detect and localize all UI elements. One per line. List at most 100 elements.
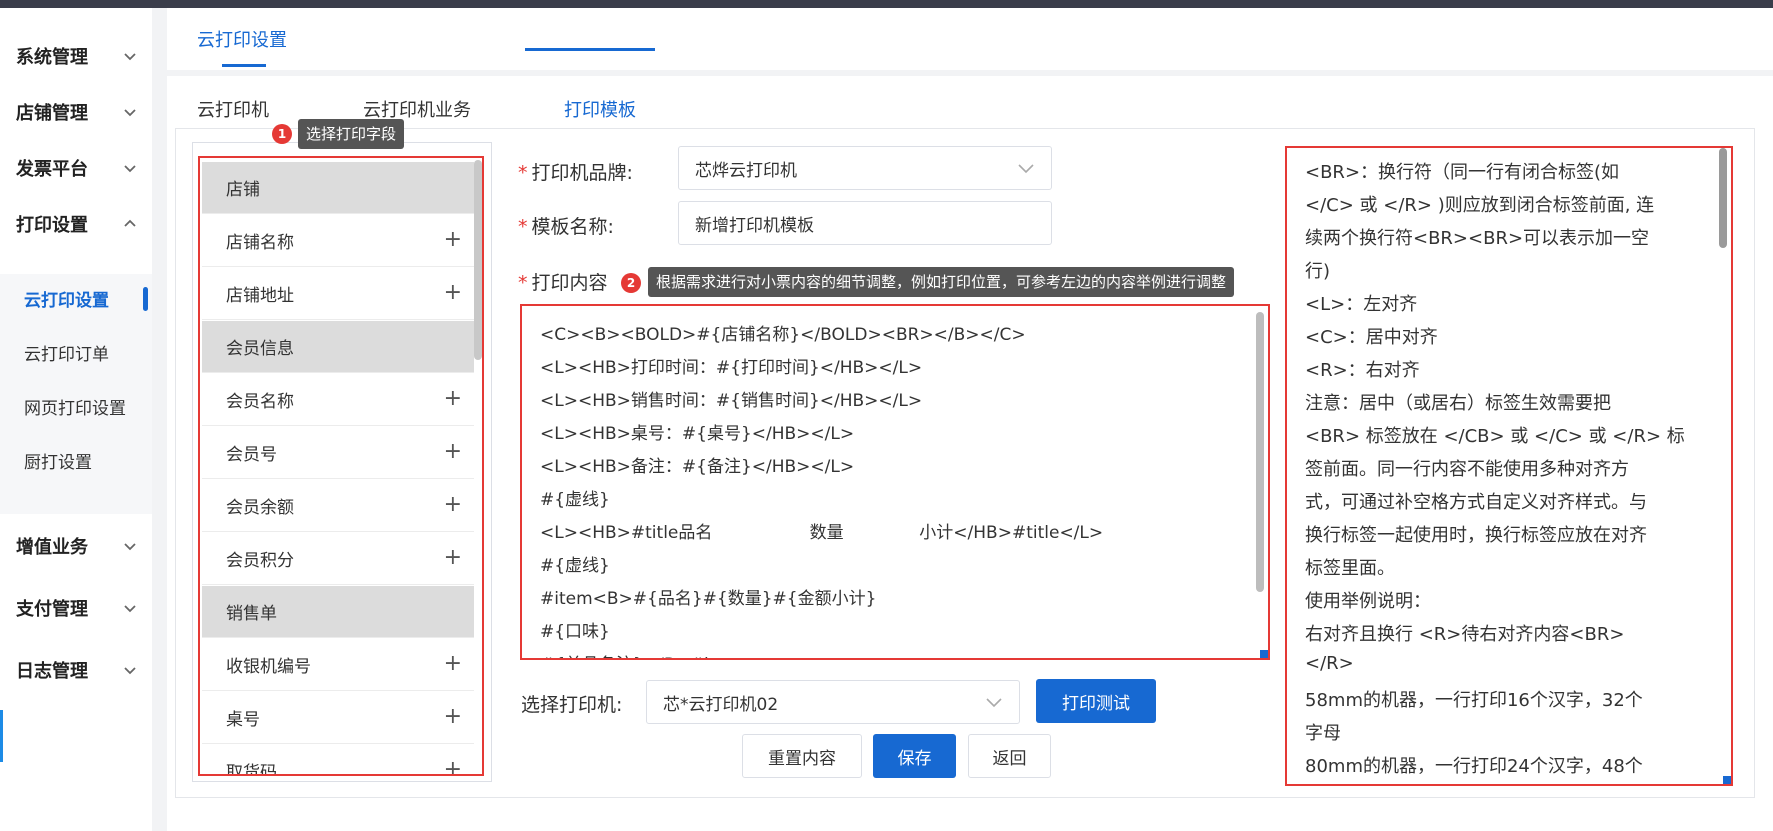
add-field-icon[interactable]: + xyxy=(444,280,462,305)
sidebar-group-label: 增值业务 xyxy=(16,537,88,558)
sidebar-group-invoice[interactable]: 发票平台 xyxy=(0,148,152,188)
editor-scrollbar[interactable] xyxy=(1256,312,1264,592)
print-content-label: * 打印内容 xyxy=(518,268,608,295)
template-name-value: 新增打印机模板 xyxy=(695,215,814,236)
tab-print-template[interactable]: 打印模板 xyxy=(564,96,636,122)
editor-line: #item<B>#{品名}#{数量}#{金额小计} xyxy=(540,589,877,609)
sidebar: 系统管理 店铺管理 发票平台 打印设置 云打印设置 云打印订单 网页打印设置 厨… xyxy=(0,8,152,831)
help-line: 签前面。同一行内容不能使用多种对齐方 xyxy=(1305,459,1629,480)
active-indicator xyxy=(143,287,148,311)
sidebar-item-cloud-print-settings[interactable]: 云打印设置 xyxy=(0,274,152,322)
editor-line: <C><B><BOLD>#{店铺名称}</BOLD><BR></B></C> xyxy=(540,325,1026,345)
field-label: 店铺名称 xyxy=(226,233,294,253)
field-group-label: 店铺 xyxy=(226,180,260,200)
left-edge-accent xyxy=(0,710,3,762)
help-line: 式，可通过补空格方式自定义对齐样式。与 xyxy=(1305,492,1647,513)
add-field-icon[interactable]: + xyxy=(444,227,462,252)
field-list-scrollbar[interactable] xyxy=(474,160,482,360)
tab-cloud-printer[interactable]: 云打印机 xyxy=(197,96,269,122)
add-field-icon[interactable]: + xyxy=(444,704,462,729)
field-item[interactable]: 店铺地址 + xyxy=(202,268,474,320)
add-field-icon[interactable]: + xyxy=(444,439,462,464)
add-field-icon[interactable]: + xyxy=(444,545,462,570)
printer-brand-value: 芯烨云打印机 xyxy=(695,160,797,181)
field-group-header: 销售单 xyxy=(202,586,474,638)
field-item[interactable]: 会员余额 + xyxy=(202,480,474,532)
add-field-icon[interactable]: + xyxy=(444,492,462,517)
editor-line: #{单品备注}</B>#item xyxy=(540,650,742,658)
reset-content-button[interactable]: 重置内容 xyxy=(742,734,862,778)
chevron-down-icon xyxy=(124,165,136,173)
chevron-down-icon xyxy=(124,605,136,613)
field-item[interactable]: 桌号 + xyxy=(202,692,474,744)
editor-line: #{虚线} xyxy=(540,556,610,576)
sidebar-group-print[interactable]: 打印设置 xyxy=(0,204,152,244)
field-group-header: 店铺 xyxy=(202,162,474,214)
sidebar-item-label: 网页打印设置 xyxy=(24,398,126,419)
required-mark: * xyxy=(518,216,528,238)
add-field-icon[interactable]: + xyxy=(444,386,462,411)
printer-select[interactable]: 芯*云打印机02 xyxy=(646,680,1020,724)
field-item[interactable]: 收银机编号 + xyxy=(202,639,474,691)
sidebar-group-label: 支付管理 xyxy=(16,599,88,620)
syntax-help-panel: <BR>：换行符（同一行有闭合标签(如 </C> 或 </R> )则应放到闭合标… xyxy=(1285,146,1733,786)
subtab-underline xyxy=(525,48,655,51)
resize-handle-icon[interactable] xyxy=(1723,776,1731,784)
help-line: <R>：右对齐 xyxy=(1305,360,1420,381)
sidebar-group-log[interactable]: 日志管理 xyxy=(0,650,152,690)
editor-line: <L><HB>销售时间：#{销售时间}</HB></L> xyxy=(540,391,923,411)
field-group-header: 会员信息 xyxy=(202,321,474,373)
field-item[interactable]: 会员积分 + xyxy=(202,533,474,585)
help-line: 标签里面。 xyxy=(1305,558,1395,579)
sidebar-item-kitchen-print[interactable]: 厨打设置 xyxy=(0,436,152,484)
help-line: <BR> 标签放在 </CB> 或 </C> 或 </R> 标 xyxy=(1305,426,1685,447)
field-item[interactable]: 店铺名称 + xyxy=(202,215,474,267)
help-line: 58mm的机器，一行打印16个汉字，32个 xyxy=(1305,690,1643,711)
select-printer-label: 选择打印机: xyxy=(521,694,623,716)
editor-line: <L><HB>桌号：#{桌号}</HB></L> xyxy=(540,424,855,444)
chevron-down-icon xyxy=(124,667,136,675)
template-name-input[interactable]: 新增打印机模板 xyxy=(678,201,1052,245)
sidebar-group-store[interactable]: 店铺管理 xyxy=(0,92,152,132)
resize-handle-icon[interactable] xyxy=(1260,650,1268,658)
sidebar-group-system[interactable]: 系统管理 xyxy=(0,36,152,76)
editor-line: <L><HB>备注：#{备注}</HB></L> xyxy=(540,457,855,477)
printer-select-value: 芯*云打印机02 xyxy=(663,694,779,715)
chevron-down-icon xyxy=(124,543,136,551)
add-field-icon[interactable]: + xyxy=(444,757,462,774)
sidebar-item-web-print-settings[interactable]: 网页打印设置 xyxy=(0,382,152,430)
printer-brand-select[interactable]: 芯烨云打印机 xyxy=(678,146,1052,190)
sidebar-item-label: 云打印订单 xyxy=(24,344,109,365)
field-item[interactable]: 会员名称 + xyxy=(202,374,474,426)
field-item[interactable]: 会员号 + xyxy=(202,427,474,479)
help-line: </R> xyxy=(1305,653,1354,674)
help-line: <BR>：换行符（同一行有闭合标签(如 xyxy=(1305,162,1620,183)
sidebar-group-value-added[interactable]: 增值业务 xyxy=(0,526,152,566)
template-name-label-text: 模板名称: xyxy=(531,216,614,238)
help-line: 80mm的机器，一行打印24个汉字，48个 xyxy=(1305,756,1643,777)
field-item[interactable]: 取货码 + xyxy=(202,745,474,774)
help-line: 字母 xyxy=(1305,723,1341,744)
add-field-icon[interactable]: + xyxy=(444,651,462,676)
field-group-label: 销售单 xyxy=(226,604,277,624)
field-label: 店铺地址 xyxy=(226,286,294,306)
sidebar-group-payment[interactable]: 支付管理 xyxy=(0,588,152,628)
sidebar-item-label: 云打印设置 xyxy=(24,290,109,311)
editor-line: <L><HB>#title品名 数量 小计</HB>#title</L> xyxy=(540,523,1104,543)
field-label: 桌号 xyxy=(226,710,260,730)
field-list: 店铺 店铺名称 + 店铺地址 + 会员信息 会员名称 + 会员号 + 会员余额 + 会员积… xyxy=(198,156,484,776)
sidebar-group-label: 系统管理 xyxy=(16,47,88,68)
chevron-down-icon xyxy=(124,109,136,117)
help-line: 行) xyxy=(1305,261,1331,282)
print-test-button[interactable]: 打印测试 xyxy=(1036,679,1156,723)
help-line: 换行标签一起使用时，换行标签应放在对齐 xyxy=(1305,525,1647,546)
save-button[interactable]: 保存 xyxy=(873,734,956,778)
back-button[interactable]: 返回 xyxy=(968,734,1051,778)
step-badge: 1 xyxy=(272,124,292,144)
tab-cloud-print-settings[interactable]: 云打印设置 xyxy=(197,26,287,52)
help-scrollbar[interactable] xyxy=(1719,148,1727,248)
editor-line: #{口味} xyxy=(540,622,610,642)
help-line: <L>：左对齐 xyxy=(1305,294,1418,315)
sidebar-item-cloud-print-orders[interactable]: 云打印订单 xyxy=(0,328,152,376)
print-content-editor[interactable]: <C><B><BOLD>#{店铺名称}</BOLD><BR></B></C> <… xyxy=(520,304,1270,660)
